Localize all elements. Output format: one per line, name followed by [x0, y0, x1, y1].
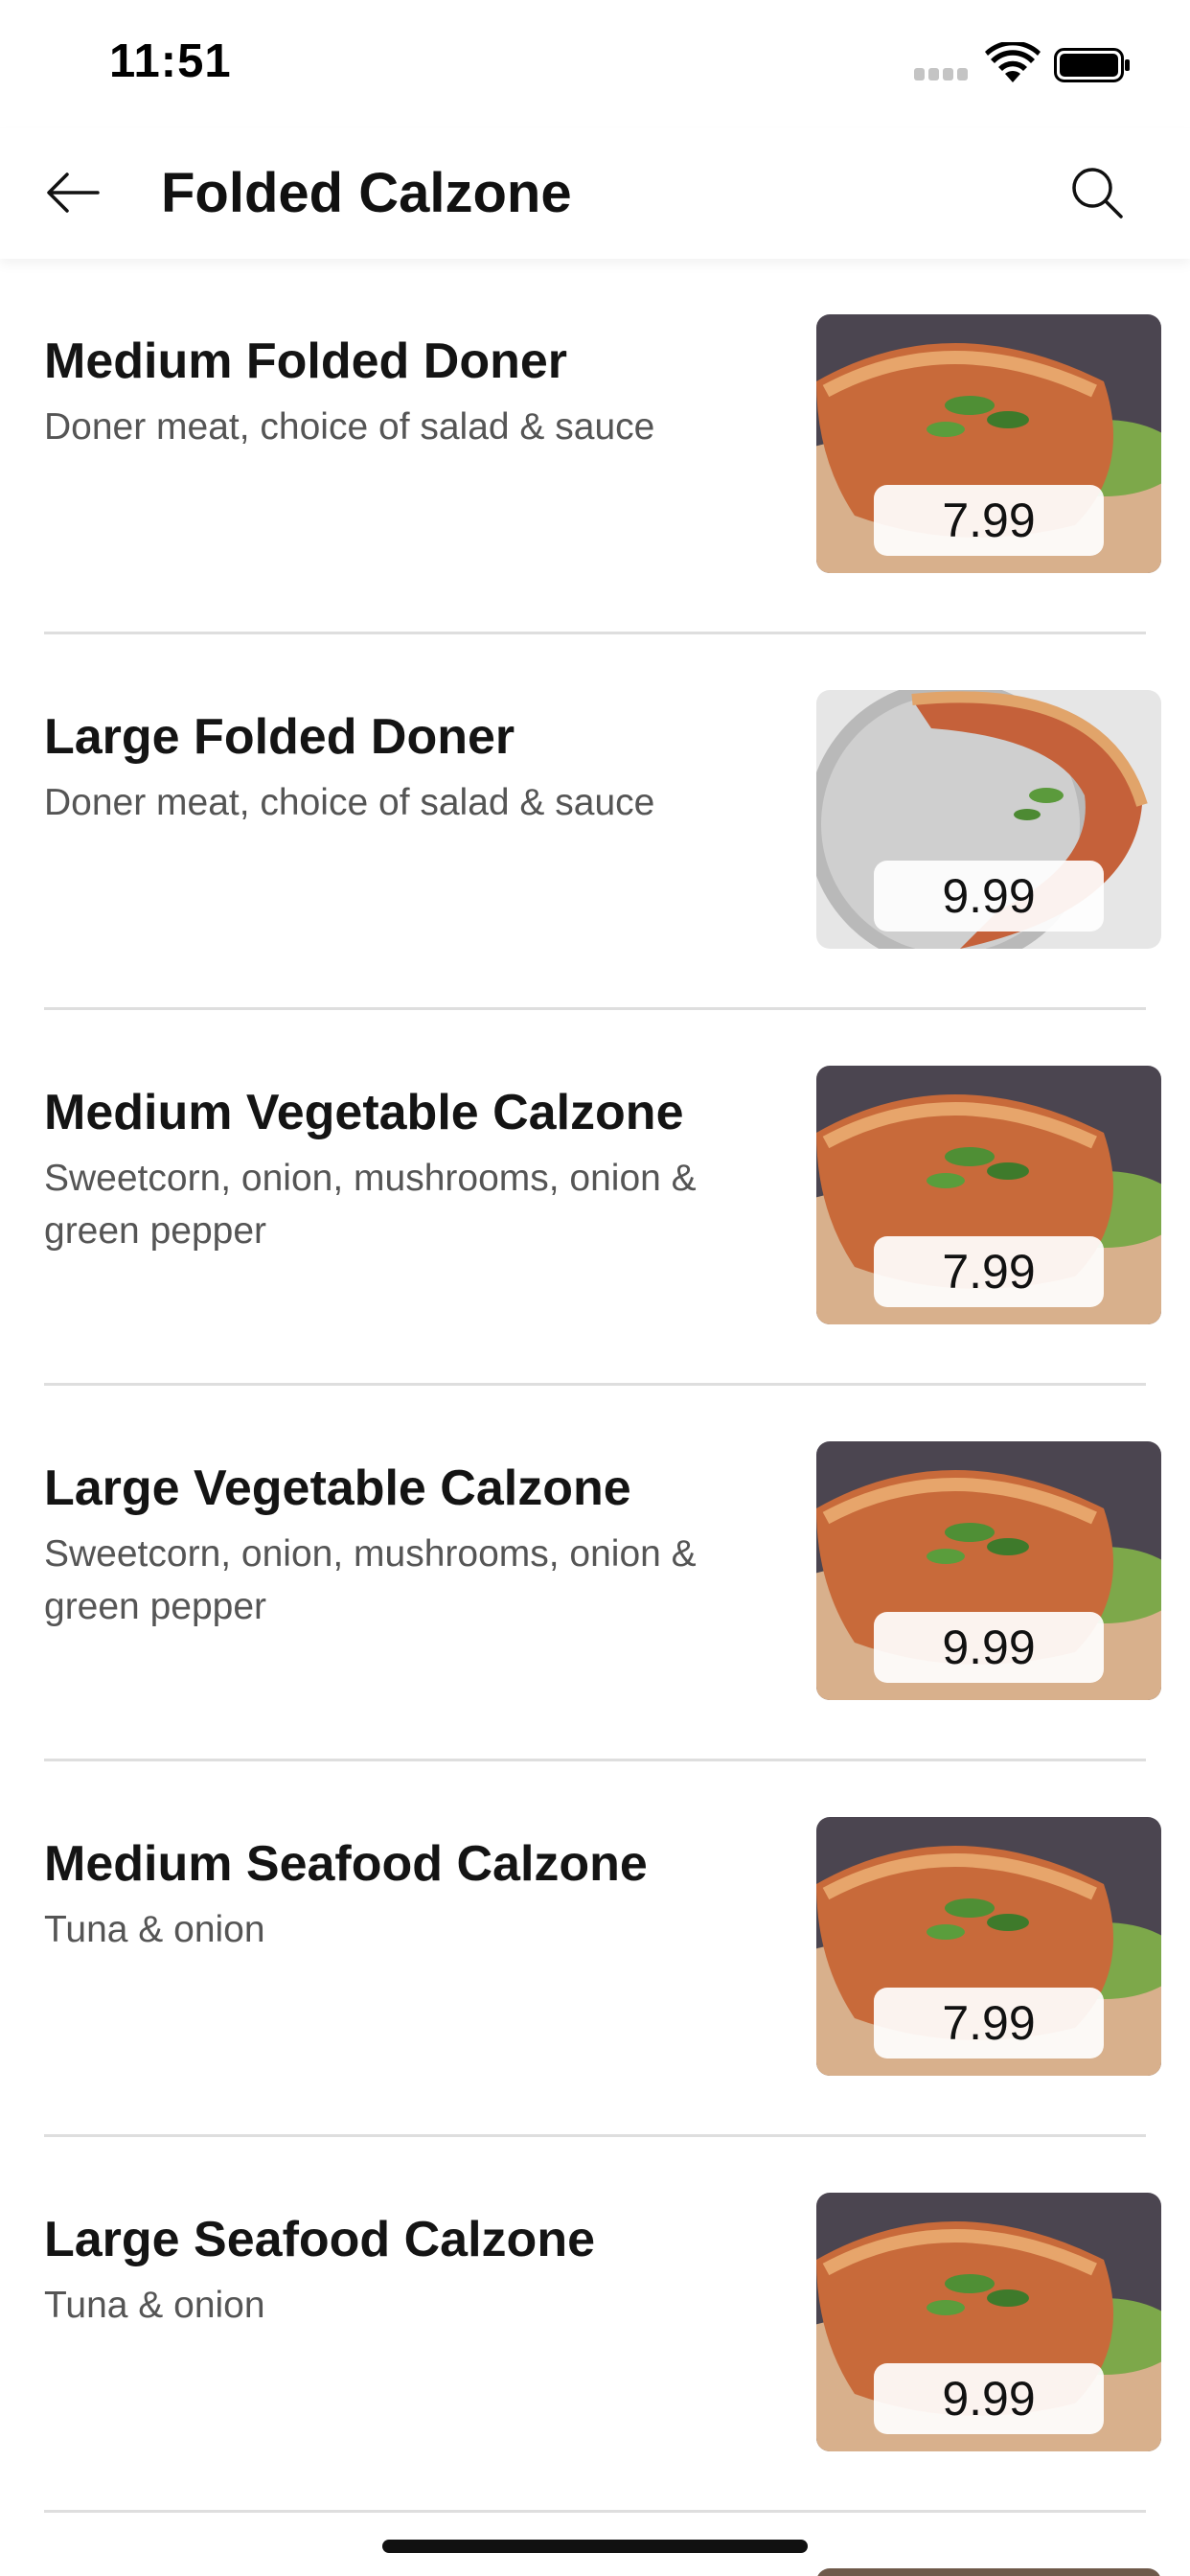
- item-name: Medium Vegetable Calzone: [44, 1085, 684, 1140]
- search-icon[interactable]: [1067, 163, 1127, 222]
- item-text: Medium Folded Doner Doner meat, choice o…: [44, 332, 753, 453]
- battery-icon: [1054, 48, 1130, 82]
- item-text: Large Seafood Calzone Tuna & onion: [44, 2210, 753, 2332]
- back-arrow-icon[interactable]: [40, 159, 107, 226]
- status-bar: 11:51: [0, 0, 1190, 128]
- item-text: Large Vegetable Calzone Sweetcorn, onion…: [44, 1459, 753, 1633]
- calzone-photo: 9.99: [816, 2193, 1161, 2451]
- nav-bar: Folded Calzone: [0, 128, 1190, 259]
- calzone-photo: 7.99: [816, 1066, 1161, 1324]
- calzone-photo: 9.99: [816, 690, 1161, 949]
- price-tag: 9.99: [874, 1612, 1104, 1683]
- price-tag: 7.99: [874, 1236, 1104, 1307]
- wifi-icon: [985, 42, 1041, 82]
- price-tag: 9.99: [874, 861, 1104, 932]
- item-name: Large Seafood Calzone: [44, 2212, 595, 2267]
- screen: 11:51 Folded Calzone Medium Folded Doner…: [0, 0, 1190, 2576]
- item-text: Medium Seafood Calzone Tuna & onion: [44, 1834, 753, 1956]
- menu-item[interactable]: Medium Seafood Calzone Tuna & onion 7.99: [0, 1761, 1190, 2137]
- calzone-photo: 9.99: [816, 1441, 1161, 1700]
- menu-item[interactable]: Large Seafood Calzone Tuna & onion 9.99: [0, 2137, 1190, 2513]
- status-time: 11:51: [109, 35, 232, 87]
- divider: [44, 2510, 1146, 2513]
- item-description: Doner meat, choice of salad & sauce: [44, 406, 655, 448]
- menu-item[interactable]: Medium Folded Doner Doner meat, choice o…: [0, 259, 1190, 634]
- menu-list: Medium Folded Doner Doner meat, choice o…: [0, 259, 1190, 2513]
- next-item-photo-peek: [816, 2568, 1161, 2576]
- item-description: Sweetcorn, onion, mushrooms, onion & gre…: [44, 1158, 697, 1252]
- item-name: Large Vegetable Calzone: [44, 1460, 631, 1516]
- price-tag: 9.99: [874, 2363, 1104, 2434]
- home-indicator[interactable]: [382, 2540, 808, 2553]
- menu-item[interactable]: Large Vegetable Calzone Sweetcorn, onion…: [0, 1386, 1190, 1761]
- item-description: Sweetcorn, onion, mushrooms, onion & gre…: [44, 1533, 697, 1627]
- item-description: Tuna & onion: [44, 2285, 265, 2326]
- price-tag: 7.99: [874, 1988, 1104, 2058]
- item-name: Medium Folded Doner: [44, 334, 567, 389]
- menu-item[interactable]: Large Folded Doner Doner meat, choice of…: [0, 634, 1190, 1010]
- page-title: Folded Calzone: [161, 162, 572, 224]
- item-text: Large Folded Doner Doner meat, choice of…: [44, 707, 753, 829]
- cellular-signal-icon: [914, 68, 970, 81]
- price-tag: 7.99: [874, 485, 1104, 556]
- calzone-photo: 7.99: [816, 314, 1161, 573]
- item-name: Medium Seafood Calzone: [44, 1836, 648, 1892]
- item-description: Doner meat, choice of salad & sauce: [44, 782, 655, 823]
- calzone-photo: 7.99: [816, 1817, 1161, 2076]
- item-text: Medium Vegetable Calzone Sweetcorn, onio…: [44, 1083, 753, 1257]
- item-name: Large Folded Doner: [44, 709, 515, 765]
- item-description: Tuna & onion: [44, 1909, 265, 1950]
- menu-item[interactable]: Medium Vegetable Calzone Sweetcorn, onio…: [0, 1010, 1190, 1386]
